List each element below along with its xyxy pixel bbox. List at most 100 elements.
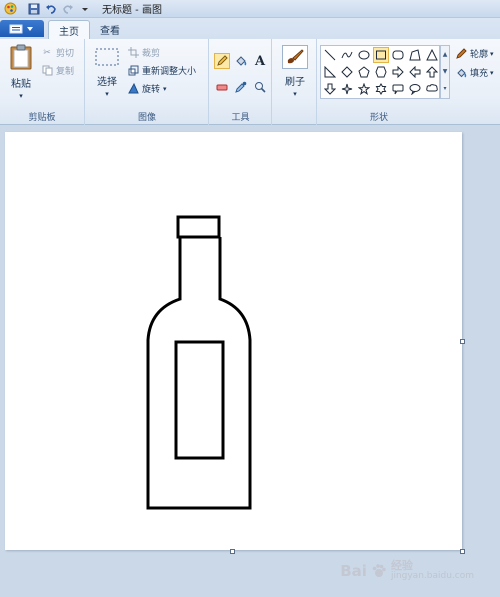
right-arrow-shape-icon[interactable] bbox=[390, 64, 406, 80]
text-tool[interactable]: A bbox=[252, 53, 268, 69]
image-group: 选择 ▾ 裁剪 重新调整大小 旋转 ▾ 图像 bbox=[86, 39, 209, 125]
paint-menu-button[interactable] bbox=[0, 20, 44, 37]
brushes-dropdown-icon[interactable]: ▾ bbox=[279, 90, 311, 98]
fill-dropdown-icon[interactable]: ▾ bbox=[490, 69, 494, 77]
bottle-cap bbox=[176, 215, 221, 239]
down-arrow-shape-icon[interactable] bbox=[322, 81, 338, 97]
save-icon[interactable] bbox=[27, 2, 41, 16]
ribbon: 粘贴 ▾ ✂ 剪切 复制 剪贴板 选择 ▾ 裁剪 重新调整大小 旋转 ▾ 图像 … bbox=[0, 39, 500, 125]
triangle-shape-icon[interactable] bbox=[424, 47, 440, 63]
watermark-brand: Bai bbox=[340, 562, 367, 580]
crop-button[interactable]: 裁剪 bbox=[127, 46, 160, 59]
title-bar: 无标题 - 画图 bbox=[0, 0, 500, 18]
select-button[interactable]: 选择 ▾ bbox=[92, 47, 122, 103]
window-title: 无标题 - 画图 bbox=[102, 5, 162, 16]
paste-dropdown-icon[interactable]: ▾ bbox=[6, 92, 36, 100]
scroll-down-icon[interactable]: ▼ bbox=[441, 63, 449, 80]
four-point-star-shape-icon[interactable] bbox=[339, 81, 355, 97]
paste-button[interactable]: 粘贴 ▾ bbox=[6, 44, 36, 102]
outline-dropdown-icon[interactable]: ▾ bbox=[490, 50, 494, 58]
scroll-up-icon[interactable]: ▲ bbox=[441, 46, 449, 63]
crop-label: 裁剪 bbox=[142, 49, 161, 59]
image-group-label: 图像 bbox=[137, 113, 156, 123]
cut-button[interactable]: ✂ 剪切 bbox=[41, 46, 75, 60]
bottle-drawing bbox=[146, 215, 252, 510]
resize-handle-corner[interactable] bbox=[460, 549, 465, 554]
clipboard-group: 粘贴 ▾ ✂ 剪切 复制 剪贴板 bbox=[0, 39, 85, 125]
watermark-url: jingyan.baidu.com bbox=[390, 571, 474, 581]
up-arrow-shape-icon[interactable] bbox=[424, 64, 440, 80]
brushes-group: 刷子 ▾ bbox=[273, 39, 317, 125]
brushes-label: 刷子 bbox=[285, 77, 305, 88]
ribbon-tabs: 主页 查看 bbox=[0, 18, 500, 39]
scissors-icon: ✂ bbox=[43, 47, 51, 58]
tab-home[interactable]: 主页 bbox=[48, 20, 90, 39]
pencil-icon bbox=[217, 55, 228, 66]
rounded-callout-shape-icon[interactable] bbox=[390, 81, 406, 97]
undo-icon[interactable] bbox=[44, 2, 58, 16]
eraser-tool[interactable] bbox=[214, 79, 230, 95]
color-picker-tool[interactable] bbox=[233, 79, 249, 95]
select-label: 选择 bbox=[97, 77, 117, 88]
cut-label: 剪切 bbox=[56, 49, 75, 59]
rotate-label: 旋转 bbox=[142, 85, 161, 95]
fill-bucket-small-icon bbox=[455, 67, 467, 79]
shapes-gallery bbox=[320, 45, 440, 99]
tab-view[interactable]: 查看 bbox=[90, 20, 130, 39]
rounded-rectangle-shape-icon[interactable] bbox=[390, 47, 406, 63]
resize-label: 重新调整大小 bbox=[142, 67, 197, 77]
outline-button[interactable]: 轮廓 ▾ bbox=[455, 47, 494, 60]
brushes-button[interactable]: 刷子 ▾ bbox=[279, 45, 311, 103]
pencil-tool[interactable] bbox=[214, 53, 230, 69]
right-triangle-shape-icon[interactable] bbox=[322, 64, 338, 80]
bottle-label bbox=[174, 340, 225, 460]
magnifier-tool[interactable] bbox=[252, 79, 268, 95]
paw-icon bbox=[372, 564, 386, 577]
resize-handle-right[interactable] bbox=[460, 339, 465, 344]
left-arrow-shape-icon[interactable] bbox=[407, 64, 423, 80]
drawing-canvas[interactable] bbox=[5, 132, 462, 550]
resize-button[interactable]: 重新调整大小 bbox=[127, 64, 196, 77]
menu-icon bbox=[9, 24, 33, 33]
redo-icon[interactable] bbox=[61, 2, 75, 16]
cloud-callout-shape-icon[interactable] bbox=[424, 81, 440, 97]
eraser-icon bbox=[216, 84, 228, 91]
expand-gallery-icon[interactable]: ▾ bbox=[441, 80, 449, 97]
fill-button[interactable]: 填充 ▾ bbox=[455, 66, 494, 79]
resize-handle-bottom[interactable] bbox=[230, 549, 235, 554]
curve-shape-icon[interactable] bbox=[339, 47, 355, 63]
tools-group-label: 工具 bbox=[231, 113, 250, 123]
select-rectangle-icon bbox=[95, 48, 119, 66]
bottle-body bbox=[146, 237, 252, 510]
paste-label: 粘贴 bbox=[11, 79, 31, 90]
oval-shape-icon[interactable] bbox=[356, 47, 372, 63]
clipboard-icon bbox=[10, 44, 32, 70]
rotate-dropdown-icon[interactable]: ▾ bbox=[163, 85, 167, 93]
rotate-icon bbox=[127, 83, 139, 95]
paint-app-icon[interactable] bbox=[3, 2, 17, 16]
pentagon-shape-icon[interactable] bbox=[356, 64, 372, 80]
brush-icon bbox=[282, 45, 308, 69]
oval-callout-shape-icon[interactable] bbox=[407, 81, 423, 97]
clipboard-group-label: 剪贴板 bbox=[28, 113, 56, 123]
line-shape-icon[interactable] bbox=[322, 47, 338, 63]
eyedropper-icon bbox=[235, 81, 247, 93]
text-a-icon: A bbox=[254, 53, 266, 69]
resize-icon bbox=[127, 65, 139, 77]
outline-label: 轮廓 bbox=[470, 50, 489, 60]
fill-tool[interactable] bbox=[233, 53, 249, 69]
customize-quick-access-icon[interactable] bbox=[78, 2, 92, 16]
fill-bucket-icon bbox=[236, 56, 247, 66]
polygon-shape-icon[interactable] bbox=[407, 47, 423, 63]
rotate-button[interactable]: 旋转 ▾ bbox=[127, 82, 167, 95]
copy-button[interactable]: 复制 bbox=[41, 64, 74, 77]
five-point-star-shape-icon[interactable] bbox=[356, 81, 372, 97]
six-point-star-shape-icon[interactable] bbox=[373, 81, 389, 97]
diamond-shape-icon[interactable] bbox=[339, 64, 355, 80]
hexagon-shape-icon[interactable] bbox=[373, 64, 389, 80]
select-dropdown-icon[interactable]: ▾ bbox=[92, 90, 122, 98]
rectangle-shape-icon[interactable] bbox=[373, 47, 389, 63]
workspace: Bai 经验 jingyan.baidu.com bbox=[0, 126, 500, 597]
shapes-gallery-scroll[interactable]: ▲ ▼ ▾ bbox=[440, 45, 450, 99]
copy-icon bbox=[41, 65, 53, 77]
